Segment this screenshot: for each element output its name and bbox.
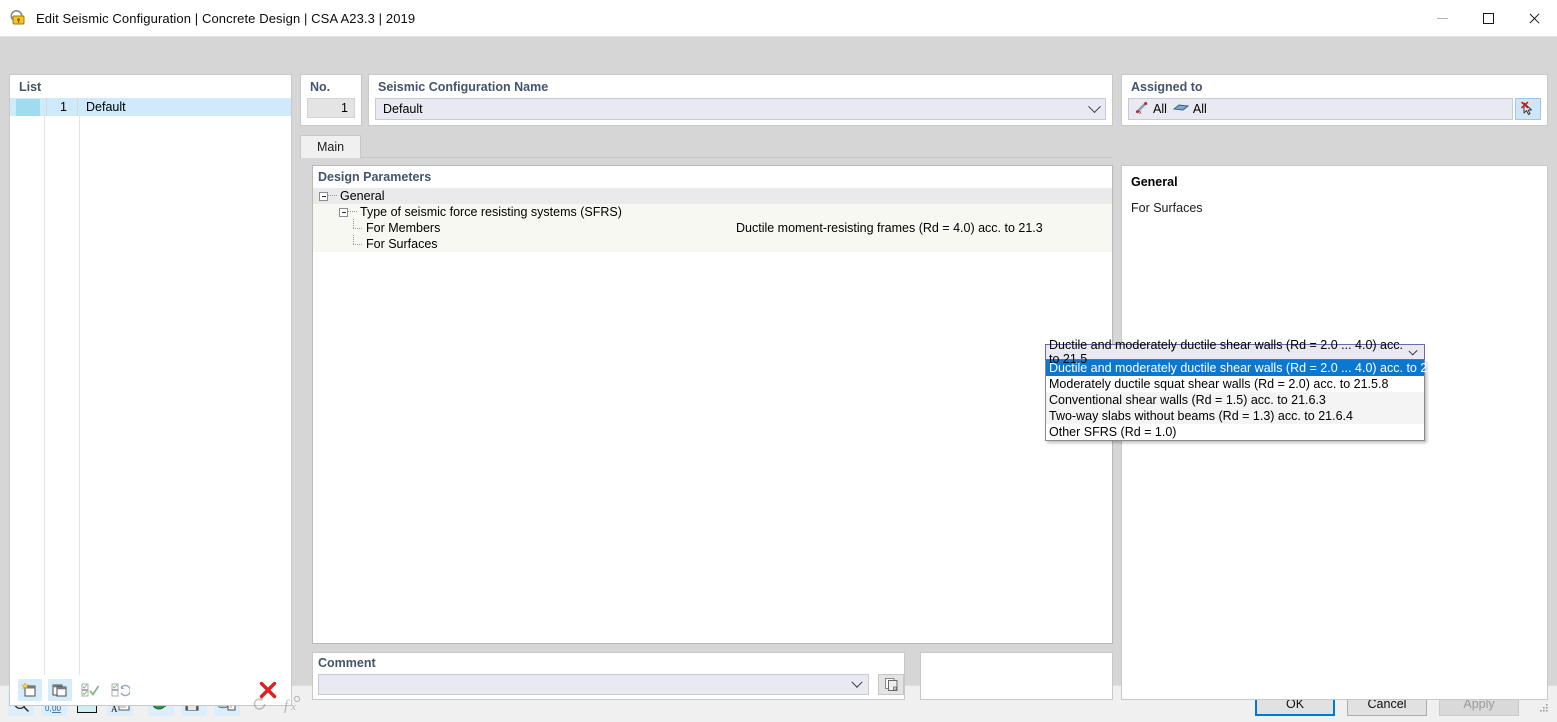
svg-text:x: x [1139,110,1142,115]
select-all-button[interactable] [78,679,102,701]
tree-row-general[interactable]: General [313,188,1112,204]
list-grid-line [44,116,45,675]
svg-text:f: f [284,698,290,713]
copy-item-button[interactable] [48,679,72,701]
dialog-body: List 1 Default No. 1 Seismic Configurati… [0,37,1557,706]
tree-connector [349,235,363,252]
number-panel-title: No. [310,80,331,94]
new-item-button[interactable] [18,679,42,701]
sfrs-dropdown-combo[interactable]: Ductile and moderately ductile shear wal… [1045,338,1425,366]
dropdown-option[interactable]: Moderately ductile squat shear walls (Rd… [1046,376,1424,392]
list-item-number: 1 [60,100,67,114]
svg-text:x: x [290,701,296,713]
list-panel-title: List [19,80,42,94]
collapse-toggle-icon[interactable] [339,207,348,217]
resize-grip[interactable] [1537,701,1549,713]
list-item[interactable]: 1 Default [10,98,291,116]
window-title: Edit Seismic Configuration | Concrete De… [36,10,416,26]
tree-value-for-members[interactable]: Ductile moment-resisting frames (Rd = 4.… [733,220,1112,236]
info-panel-text: For Surfaces [1131,201,1203,215]
tree-connector [348,211,357,213]
title-bar: Edit Seismic Configuration | Concrete De… [0,0,1557,37]
invert-selection-button[interactable] [108,679,132,701]
comment-panel: Comment [312,652,905,700]
reset-icon[interactable] [247,692,273,716]
dropdown-option[interactable]: Conventional shear walls (Rd = 1.5) acc.… [1046,392,1424,408]
parameters-tree: General Type of seismic force resisting … [313,188,1112,643]
comment-title: Comment [318,656,376,670]
assigned-to-panel: Assigned to x All All [1121,74,1548,126]
tree-connector [328,195,337,197]
assigned-surfaces: All [1172,101,1207,118]
info-panel-title: General [1131,175,1178,189]
dropdown-option[interactable]: Ductile and moderately ductile shear wal… [1046,360,1445,376]
design-parameters-title: Design Parameters [313,166,1112,188]
list-panel: List 1 Default [9,74,292,706]
tree-connector [349,219,363,236]
assigned-surfaces-label: All [1192,102,1207,116]
number-panel: No. 1 [300,74,362,126]
maximize-icon [1482,12,1494,24]
dialog-window: Edit Seismic Configuration | Concrete De… [0,0,1557,722]
surface-icon [1172,101,1190,118]
tab-main-label: Main [317,140,345,154]
dropdown-option[interactable]: Other SFRS (Rd = 1.0) [1046,424,1424,440]
assigned-to-title: Assigned to [1131,80,1203,94]
tree-label: For Members [366,221,441,235]
number-field: 1 [307,98,355,118]
sfrs-dropdown[interactable]: Ductile and moderately ductile shear wal… [1045,338,1445,441]
assigned-to-field[interactable]: x All All [1128,98,1513,120]
configuration-name-value: Default [383,102,423,116]
name-panel-title: Seismic Configuration Name [378,80,549,94]
dropdown-option[interactable]: Two-way slabs without beams (Rd = 1.3) a… [1046,408,1424,424]
maximize-button[interactable] [1465,0,1511,36]
configuration-name-combo[interactable]: Default [375,98,1106,120]
chevron-down-icon[interactable] [846,675,868,694]
tab-main[interactable]: Main [300,135,362,158]
tab-bar: Main [300,135,1113,158]
close-icon [1528,12,1541,25]
tree-label: General [340,189,385,203]
chevron-down-icon[interactable] [1083,99,1105,119]
sfrs-dropdown-list: Ductile and moderately ductile shear wal… [1045,360,1445,441]
collapse-toggle-icon[interactable] [319,191,328,201]
comment-side-panel [920,652,1113,700]
list-grid-line [79,116,80,675]
list-rows: 1 Default [10,98,291,675]
assigned-members-label: All [1153,102,1167,116]
list-item-label: Default [86,100,126,114]
assigned-members: x All [1135,101,1167,118]
design-parameters-panel: Design Parameters General Type of seismi… [312,165,1445,644]
tree-label: For Surfaces [366,237,438,251]
minimize-icon [1436,17,1448,19]
comment-library-button[interactable] [878,674,904,695]
window-controls [1419,0,1557,36]
pick-objects-button[interactable] [1515,98,1541,120]
name-panel: Seismic Configuration Name Default [368,74,1113,126]
comment-input[interactable] [318,674,869,695]
app-lock-icon [9,9,27,27]
close-button[interactable] [1511,0,1557,36]
tree-row-for-members[interactable]: For Members Ductile moment-resisting fra… [313,219,1112,236]
tab-filler [361,156,1113,158]
minimize-button[interactable] [1419,0,1465,36]
tree-label: Type of seismic force resisting systems … [360,205,622,219]
formula-icon[interactable]: f x [280,692,306,716]
tree-row-sfrs[interactable]: Type of seismic force resisting systems … [313,204,1112,220]
color-swatch-icon [16,98,40,116]
member-icon: x [1135,101,1149,118]
tree-row-for-surfaces[interactable]: For Surfaces [313,235,1112,252]
